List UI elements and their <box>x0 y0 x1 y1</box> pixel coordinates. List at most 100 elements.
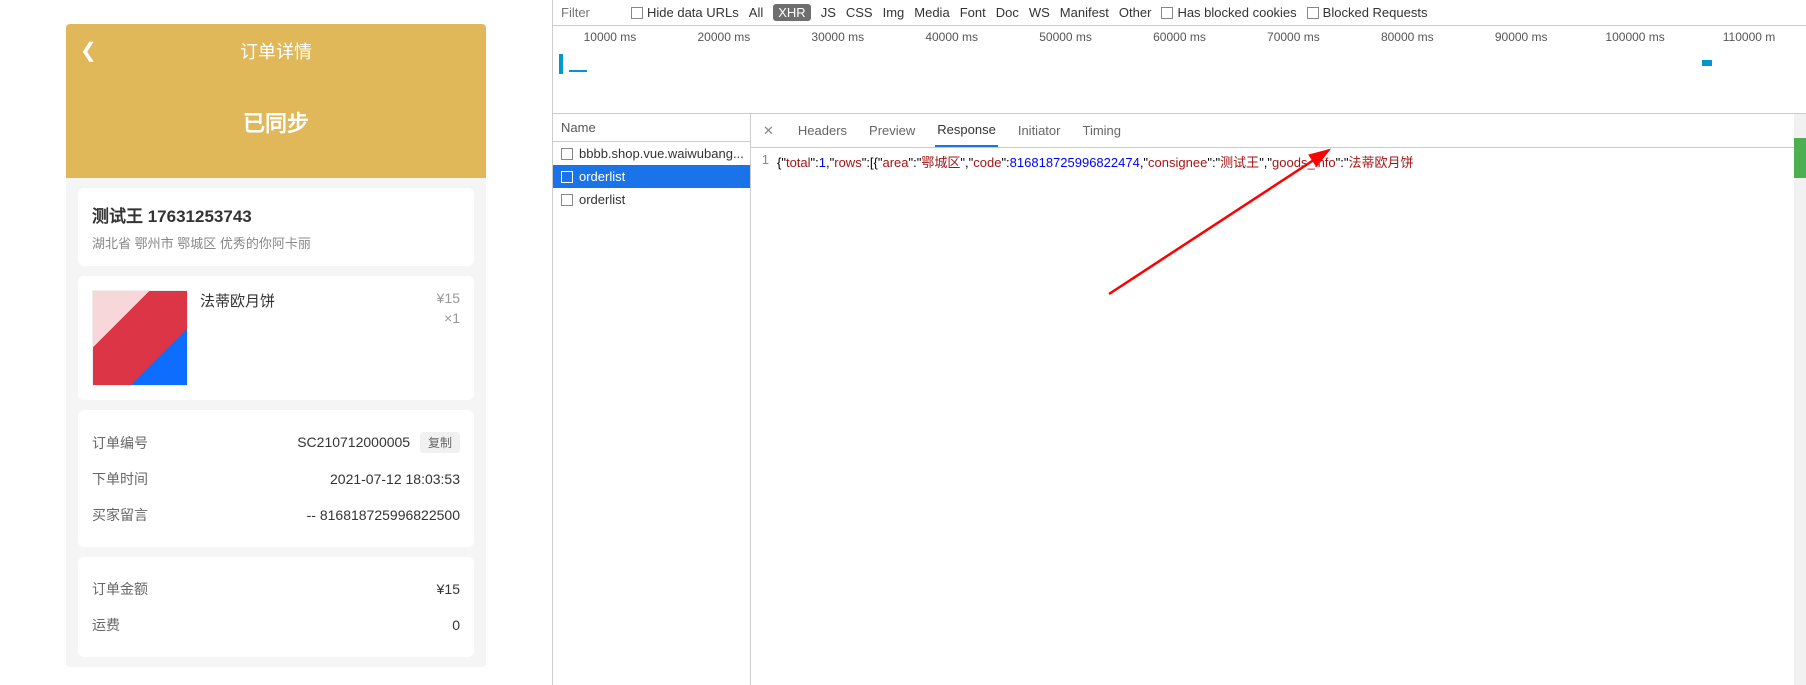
tick: 110000 m <box>1692 30 1806 44</box>
filter-ws[interactable]: WS <box>1029 5 1050 20</box>
network-filter-toolbar: Hide data URLs All XHR JS CSS Img Media … <box>553 0 1806 26</box>
filter-css[interactable]: CSS <box>846 5 873 20</box>
filter-all[interactable]: All <box>749 5 763 20</box>
filter-other[interactable]: Other <box>1119 5 1152 20</box>
tick: 100000 ms <box>1578 30 1692 44</box>
product-price-col: ¥15 ×1 <box>437 290 460 386</box>
filter-xhr[interactable]: XHR <box>773 4 810 21</box>
order-time-label: 下单时间 <box>92 469 148 489</box>
filter-media[interactable]: Media <box>914 5 949 20</box>
product-name: 法蒂欧月饼 <box>200 290 437 311</box>
product-price: ¥15 <box>437 290 460 306</box>
has-blocked-cookies-checkbox[interactable]: Has blocked cookies <box>1161 5 1296 20</box>
response-json: {"total":1,"rows":[{"area":"鄂城区","code":… <box>777 152 1414 171</box>
buyer-msg-row: 买家留言 -- 816818725996822500 <box>92 497 460 533</box>
devtools-panel: Hide data URLs All XHR JS CSS Img Media … <box>552 0 1806 685</box>
order-time-value: 2021-07-12 18:03:53 <box>330 471 460 487</box>
request-row[interactable]: bbbb.shop.vue.waiwubang... <box>553 142 750 165</box>
consignee-name: 测试王 17631253743 <box>92 202 460 227</box>
type-filters: All XHR JS CSS Img Media Font Doc WS Man… <box>749 4 1152 21</box>
tab-response[interactable]: Response <box>935 114 998 147</box>
mobile-frame: ❮ 订单详情 已同步 测试王 17631253743 湖北省 鄂州市 鄂城区 优… <box>66 24 486 667</box>
hide-data-urls-label: Hide data URLs <box>647 5 739 20</box>
blocked-requests-checkbox[interactable]: Blocked Requests <box>1307 5 1428 20</box>
detail-tabs: ✕ Headers Preview Response Initiator Tim… <box>751 114 1806 148</box>
network-timeline[interactable]: 10000 ms 20000 ms 30000 ms 40000 ms 5000… <box>553 26 1806 114</box>
order-amount-card: 订单金额 ¥15 运费 0 <box>78 557 474 657</box>
json-punct: ":" <box>1207 155 1220 170</box>
name-column-header[interactable]: Name <box>553 114 750 142</box>
blocked-requests-label: Blocked Requests <box>1323 5 1428 20</box>
timeline-bar-icon <box>559 54 563 74</box>
tab-timing[interactable]: Timing <box>1080 115 1123 146</box>
request-row[interactable]: orderlist <box>553 165 750 188</box>
order-no-value: SC210712000005 复制 <box>297 432 460 453</box>
filter-input[interactable] <box>561 5 621 20</box>
json-key: goods_info <box>1272 155 1336 170</box>
timeline-bar-icon <box>1702 60 1712 66</box>
checkbox-icon <box>561 194 573 206</box>
tick: 40000 ms <box>895 30 1009 44</box>
shipping-value: 0 <box>452 617 460 633</box>
json-key: rows <box>834 155 861 170</box>
scrollbar-thumb[interactable] <box>1794 138 1806 178</box>
shipping-row: 运费 0 <box>92 607 460 643</box>
checkbox-icon <box>631 7 643 19</box>
order-no-label: 订单编号 <box>92 433 148 453</box>
back-icon[interactable]: ❮ <box>80 38 97 63</box>
product-image <box>92 290 188 386</box>
filter-font[interactable]: Font <box>960 5 986 20</box>
filter-manifest[interactable]: Manifest <box>1060 5 1109 20</box>
tick: 20000 ms <box>667 30 781 44</box>
copy-button[interactable]: 复制 <box>420 432 460 453</box>
product-qty: ×1 <box>437 310 460 326</box>
product-info: 法蒂欧月饼 <box>188 290 437 386</box>
json-key: code <box>973 155 1001 170</box>
mobile-header: ❮ 订单详情 <box>66 24 486 78</box>
address-card: 测试王 17631253743 湖北省 鄂州市 鄂城区 优秀的你阿卡丽 <box>78 188 474 266</box>
tab-initiator[interactable]: Initiator <box>1016 115 1063 146</box>
amount-row: 订单金额 ¥15 <box>92 571 460 607</box>
tick: 30000 ms <box>781 30 895 44</box>
order-info-card: 订单编号 SC210712000005 复制 下单时间 2021-07-12 1… <box>78 410 474 547</box>
tick: 80000 ms <box>1350 30 1464 44</box>
json-punct: ," <box>826 155 834 170</box>
network-lower-pane: Name bbbb.shop.vue.waiwubang... orderlis… <box>553 114 1806 685</box>
json-key: consignee <box>1148 155 1207 170</box>
amount-value: ¥15 <box>437 581 460 597</box>
close-icon[interactable]: ✕ <box>759 117 778 145</box>
checkbox-icon <box>561 148 573 160</box>
tab-headers[interactable]: Headers <box>796 115 849 146</box>
request-list: Name bbbb.shop.vue.waiwubang... orderlis… <box>553 114 751 685</box>
json-punct: ":" <box>909 155 922 170</box>
buyer-msg-value: -- 816818725996822500 <box>307 507 460 523</box>
hide-data-urls-checkbox[interactable]: Hide data URLs <box>631 5 739 20</box>
order-time-row: 下单时间 2021-07-12 18:03:53 <box>92 461 460 497</box>
page-title: 订单详情 <box>240 42 312 62</box>
request-detail-pane: ✕ Headers Preview Response Initiator Tim… <box>751 114 1806 685</box>
json-value: 测试王 <box>1220 155 1259 170</box>
checkbox-icon <box>1307 7 1319 19</box>
filter-doc[interactable]: Doc <box>996 5 1019 20</box>
order-no-row: 订单编号 SC210712000005 复制 <box>92 424 460 461</box>
tick: 50000 ms <box>1009 30 1123 44</box>
tab-preview[interactable]: Preview <box>867 115 917 146</box>
filter-js[interactable]: JS <box>821 5 836 20</box>
mobile-preview-pane: ❮ 订单详情 已同步 测试王 17631253743 湖北省 鄂州市 鄂城区 优… <box>0 0 552 685</box>
shipping-label: 运费 <box>92 615 120 635</box>
json-key: total <box>786 155 811 170</box>
scrollbar-track[interactable] <box>1794 114 1806 685</box>
tick: 10000 ms <box>553 30 667 44</box>
json-punct: {" <box>777 155 786 170</box>
checkbox-icon <box>1161 7 1173 19</box>
json-punct: "," <box>1259 155 1272 170</box>
response-body[interactable]: 1 {"total":1,"rows":[{"area":"鄂城区","code… <box>751 148 1806 175</box>
address-line: 湖北省 鄂州市 鄂城区 优秀的你阿卡丽 <box>92 233 460 252</box>
json-punct: ": <box>1001 155 1009 170</box>
json-key: area <box>883 155 909 170</box>
filter-img[interactable]: Img <box>883 5 905 20</box>
json-punct: ":[{" <box>862 155 883 170</box>
request-row[interactable]: orderlist <box>553 188 750 211</box>
json-value: 鄂城区 <box>921 155 960 170</box>
json-value: 法蒂欧月饼 <box>1349 155 1414 170</box>
